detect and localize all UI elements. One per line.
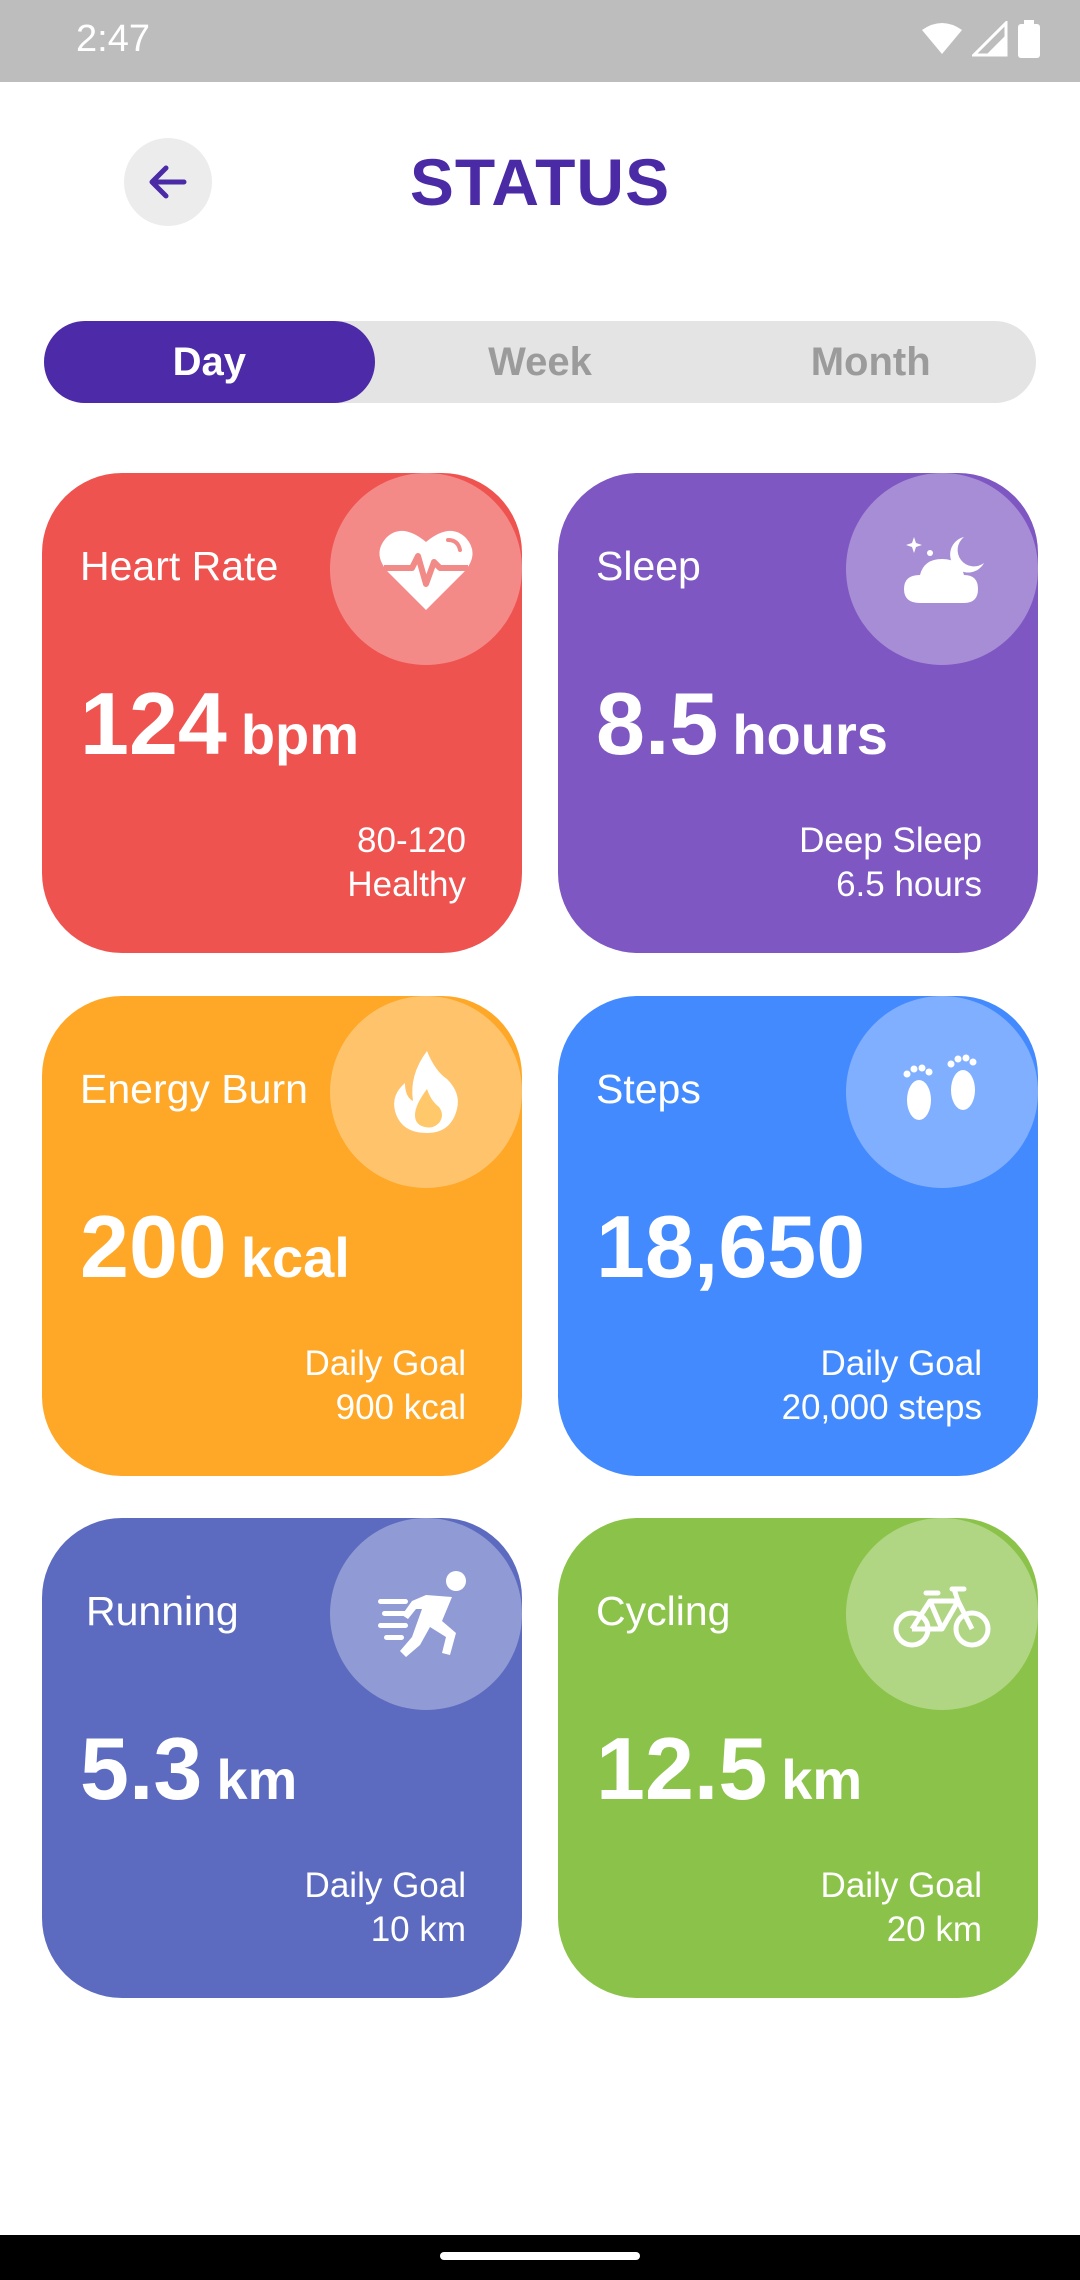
bicycle-icon <box>893 1586 991 1648</box>
card-note-line1: Deep Sleep <box>799 821 982 860</box>
heart-rate-icon <box>379 530 473 610</box>
card-note-line1: Daily Goal <box>304 1866 466 1905</box>
card-running[interactable]: Running 5.3 km Daily Goal 10 km <box>42 1518 522 1998</box>
card-unit: hours <box>732 703 888 766</box>
period-tabs: Day Week Month <box>44 321 1036 403</box>
card-heart-rate[interactable]: Heart Rate 124 bpm 80-120 Healthy <box>42 473 522 953</box>
tab-month[interactable]: Month <box>705 321 1036 403</box>
card-value-row: 124 bpm <box>80 673 359 775</box>
card-note-line2: 20,000 steps <box>781 1388 982 1427</box>
tab-day[interactable]: Day <box>44 321 375 403</box>
card-value-row: 200 kcal <box>80 1196 350 1298</box>
card-note-line1: Daily Goal <box>820 1866 982 1905</box>
card-unit: bpm <box>240 703 360 766</box>
card-label: Running <box>86 1588 239 1634</box>
card-value: 200 <box>80 1197 227 1296</box>
card-value: 12.5 <box>596 1719 768 1818</box>
card-unit: km <box>216 1748 298 1811</box>
card-label: Steps <box>596 1066 701 1112</box>
card-note-line2: 20 km <box>886 1910 982 1949</box>
card-note: Daily Goal 900 kcal <box>305 1342 466 1430</box>
cycling-icon-circle <box>846 1518 1038 1710</box>
status-time: 2:47 <box>76 18 150 60</box>
card-value: 124 <box>80 674 227 773</box>
card-note: Daily Goal 10 km <box>305 1864 466 1952</box>
sleep-icon-circle <box>846 473 1038 665</box>
tab-week[interactable]: Week <box>375 321 706 403</box>
card-value-row: 12.5 km <box>596 1718 862 1820</box>
flame-icon <box>394 1051 458 1133</box>
card-value: 5.3 <box>80 1719 203 1818</box>
card-note-line2: 900 kcal <box>335 1388 466 1427</box>
wifi-icon <box>922 23 962 54</box>
card-value-row: 8.5 hours <box>596 673 888 775</box>
energy-icon-circle <box>330 996 522 1188</box>
home-handle[interactable] <box>440 2252 640 2260</box>
card-note-line1: Daily Goal <box>304 1344 466 1383</box>
card-label: Cycling <box>596 1588 731 1634</box>
card-value: 18,650 <box>596 1197 866 1296</box>
runner-icon <box>378 1571 466 1657</box>
heart-rate-icon-circle <box>330 473 522 665</box>
footprints-icon <box>903 1054 977 1120</box>
battery-icon <box>1018 20 1040 58</box>
running-icon-circle <box>330 1518 522 1710</box>
card-cycling[interactable]: Cycling 12.5 km Daily Goal 20 km <box>558 1518 1038 1998</box>
card-steps[interactable]: Steps 18,650 Daily Goal 20,000 steps <box>558 996 1038 1476</box>
card-sleep[interactable]: Sleep 8.5 hours Deep Sleep 6.5 hours <box>558 473 1038 953</box>
card-value-row: 5.3 km <box>80 1718 297 1820</box>
card-label: Energy Burn <box>80 1066 308 1112</box>
card-note-line1: 80-120 <box>357 821 466 860</box>
card-label: Heart Rate <box>80 543 279 589</box>
card-value-row: 18,650 <box>596 1196 879 1298</box>
card-unit: km <box>781 1748 863 1811</box>
card-note-line2: 10 km <box>370 1910 466 1949</box>
status-bar: 2:47 <box>0 0 1080 82</box>
card-note: Daily Goal 20,000 steps <box>782 1342 982 1430</box>
navigation-bar <box>0 2235 1080 2280</box>
card-value: 8.5 <box>596 674 719 773</box>
card-note-line2: Healthy <box>347 865 466 904</box>
status-icons <box>922 20 1040 58</box>
cell-signal-icon <box>972 21 1008 57</box>
card-note-line1: Daily Goal <box>820 1344 982 1383</box>
card-note: 80-120 Healthy <box>347 819 466 907</box>
card-label: Sleep <box>596 543 701 589</box>
moon-cloud-icon <box>904 537 984 603</box>
card-note: Daily Goal 20 km <box>821 1864 982 1952</box>
page-title: STATUS <box>409 145 671 219</box>
card-energy-burn[interactable]: Energy Burn 200 kcal Daily Goal 900 kcal <box>42 996 522 1476</box>
card-unit: kcal <box>240 1226 350 1289</box>
card-note-line2: 6.5 hours <box>836 865 982 904</box>
steps-icon-circle <box>846 996 1038 1188</box>
card-note: Deep Sleep 6.5 hours <box>799 819 982 907</box>
